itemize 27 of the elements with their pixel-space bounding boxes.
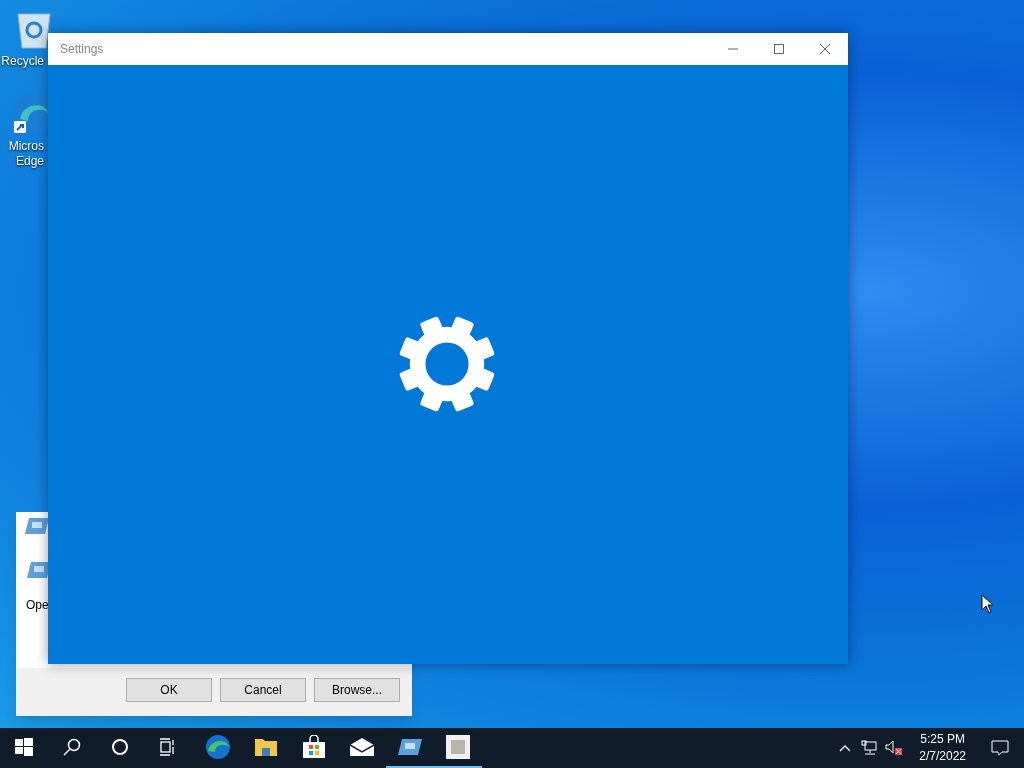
mouse-cursor-icon	[981, 594, 994, 614]
window-title: Settings	[59, 41, 105, 58]
clock[interactable]: 5:25 PM 2/7/2022	[915, 731, 970, 765]
chevron-up-icon[interactable]	[839, 744, 852, 752]
envelope-icon	[349, 737, 375, 757]
gear-icon	[398, 314, 496, 413]
search-icon	[63, 738, 81, 756]
folder-icon	[254, 736, 278, 758]
dialog-button[interactable]: OK	[126, 678, 212, 702]
run-icon	[397, 737, 423, 757]
speech-bubble-icon	[991, 740, 1009, 756]
network-icon[interactable]	[861, 740, 878, 756]
app-icon	[446, 735, 470, 759]
dialog-button[interactable]: Cancel	[220, 678, 306, 702]
close-icon	[820, 44, 830, 54]
open-label: Ope	[26, 597, 49, 614]
speaker-muted-icon[interactable]	[885, 740, 904, 756]
shopping-bag-icon	[302, 735, 326, 759]
circle-icon	[111, 738, 129, 756]
dialog-button[interactable]: Browse...	[314, 678, 400, 702]
task-view-icon	[159, 738, 177, 756]
desktop-icon-label[interactable]: Micros Edge	[8, 139, 44, 169]
windows-logo-icon	[15, 738, 33, 756]
desktop-icon-label[interactable]: Recycle	[1, 54, 44, 69]
edge-icon	[205, 734, 231, 760]
run-icon	[24, 516, 50, 536]
maximize-icon	[774, 44, 784, 54]
